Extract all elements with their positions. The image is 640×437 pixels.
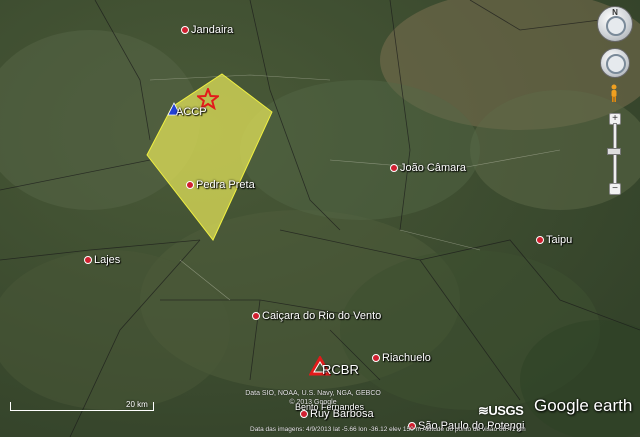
place-jandaira[interactable]: Jandaira bbox=[181, 24, 233, 36]
rcbr-station-label: RCBR bbox=[322, 362, 359, 377]
usgs-logo: ≋USGS bbox=[478, 403, 524, 418]
place-ruy-barbosa[interactable]: Ruy Barbosa bbox=[300, 408, 374, 420]
credits-line-2: © 2013 Google bbox=[289, 399, 337, 406]
place-taipu[interactable]: Taipu bbox=[536, 234, 572, 246]
place-dot-icon bbox=[186, 181, 194, 190]
google-earth-logo: Google earth bbox=[534, 396, 633, 415]
look-around-icon[interactable] bbox=[606, 16, 626, 36]
place-dot-icon bbox=[252, 312, 260, 321]
place-riachuelo[interactable]: Riachuelo bbox=[372, 352, 431, 364]
move-arrows-icon[interactable] bbox=[606, 54, 626, 74]
place-lajes[interactable]: Lajes bbox=[84, 254, 120, 266]
place-dot-icon bbox=[372, 354, 380, 363]
navigation-controls[interactable]: N + − bbox=[594, 6, 634, 195]
status-bar: Data das imagens: 4/9/2013 lat -5.66 lon… bbox=[250, 426, 526, 433]
compass-ring[interactable]: N bbox=[597, 6, 633, 42]
place-dot-icon bbox=[84, 256, 92, 265]
accp-station-label: ACCP bbox=[176, 106, 207, 118]
scale-label: 20 km bbox=[126, 400, 148, 409]
imagery-credits: Data SIO, NOAA, U.S. Navy, NGA, GEBCO © … bbox=[238, 389, 388, 407]
place-dot-icon bbox=[390, 164, 398, 173]
move-joystick[interactable] bbox=[600, 48, 630, 78]
place-joao-camara[interactable]: João Câmara bbox=[390, 162, 466, 174]
map-view[interactable]: Jandaira Pedra Preta João Câmara Taipu L… bbox=[0, 0, 640, 437]
place-dot-icon bbox=[536, 236, 544, 245]
place-dot-icon bbox=[300, 410, 308, 419]
zoom-knob[interactable] bbox=[607, 148, 621, 155]
zoom-out-button[interactable]: − bbox=[609, 183, 621, 195]
place-dot-icon bbox=[181, 26, 189, 35]
place-pedra-preta[interactable]: Pedra Preta bbox=[186, 179, 255, 191]
place-caicara[interactable]: Caiçara do Rio do Vento bbox=[252, 310, 381, 322]
zoom-slider[interactable]: + − bbox=[607, 113, 621, 195]
street-view-pegman-icon[interactable] bbox=[609, 84, 619, 102]
credits-line-1: Data SIO, NOAA, U.S. Navy, NGA, GEBCO bbox=[245, 390, 381, 397]
